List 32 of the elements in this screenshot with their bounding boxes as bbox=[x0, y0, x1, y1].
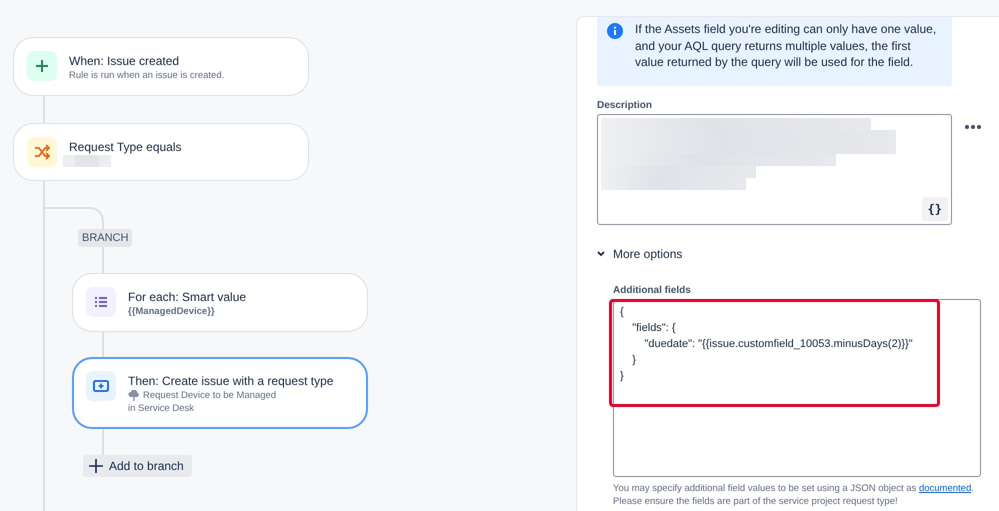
more-options-toggle[interactable]: More options bbox=[597, 246, 682, 260]
step-title: When: Issue created bbox=[69, 53, 180, 69]
list-icon bbox=[86, 287, 116, 317]
shuffle-icon bbox=[27, 137, 57, 167]
documented-link[interactable]: documented bbox=[918, 482, 972, 494]
help-text: You may specify additional field values to be set using a JSON object as documented. Please ensure the fields are part of the service project request type! bbox=[613, 482, 975, 508]
smart-value-button[interactable]: {} bbox=[922, 196, 948, 220]
description-field[interactable]: {} bbox=[597, 114, 952, 224]
plus-icon bbox=[27, 51, 57, 81]
branch-tag: BRANCH bbox=[78, 229, 132, 247]
rule-step-card[interactable]: Request Type equals bbox=[13, 123, 309, 181]
add-to-branch-button[interactable]: Add to branch bbox=[83, 455, 192, 477]
info-icon bbox=[607, 23, 623, 39]
step-detail: Rule is run when an issue is created. bbox=[69, 69, 224, 82]
field-label: Additional fields bbox=[613, 284, 692, 296]
cloud-icon bbox=[128, 390, 140, 401]
rule-step-card[interactable]: When: Issue created Rule is run when an issue is created. bbox=[13, 37, 309, 96]
field-label: Description bbox=[597, 100, 654, 110]
step-detail: in Service Desk bbox=[128, 402, 195, 415]
step-title: Request Type equals bbox=[69, 139, 182, 155]
rule-step-card[interactable]: For each: Smart value {{ManagedDevice}} bbox=[72, 273, 368, 332]
more-icon[interactable] bbox=[964, 124, 982, 130]
step-title: Then: Create issue with a request type bbox=[128, 373, 334, 389]
step-title: For each: Smart value bbox=[128, 289, 246, 305]
chevron-icon bbox=[597, 250, 605, 256]
json-field[interactable]: { "fields": { "duedate": "{{issue.customfield_10053.minusDays(2)}}" } } bbox=[614, 300, 980, 476]
step-detail: {{ManagedDevice}} bbox=[128, 305, 215, 318]
plus-icon bbox=[89, 459, 103, 473]
rule-step-card[interactable]: Then: Create issue with a request type Request Device to be Managed in Service Desk bbox=[72, 357, 368, 429]
add-screen-icon bbox=[86, 371, 116, 401]
step-detail: Request Device to be Managed bbox=[143, 389, 276, 402]
info-text: If the Assets field you're editing can only have one value, and your AQL query returns multiple values, the first value returned by the query will be used for the field. bbox=[635, 21, 938, 70]
